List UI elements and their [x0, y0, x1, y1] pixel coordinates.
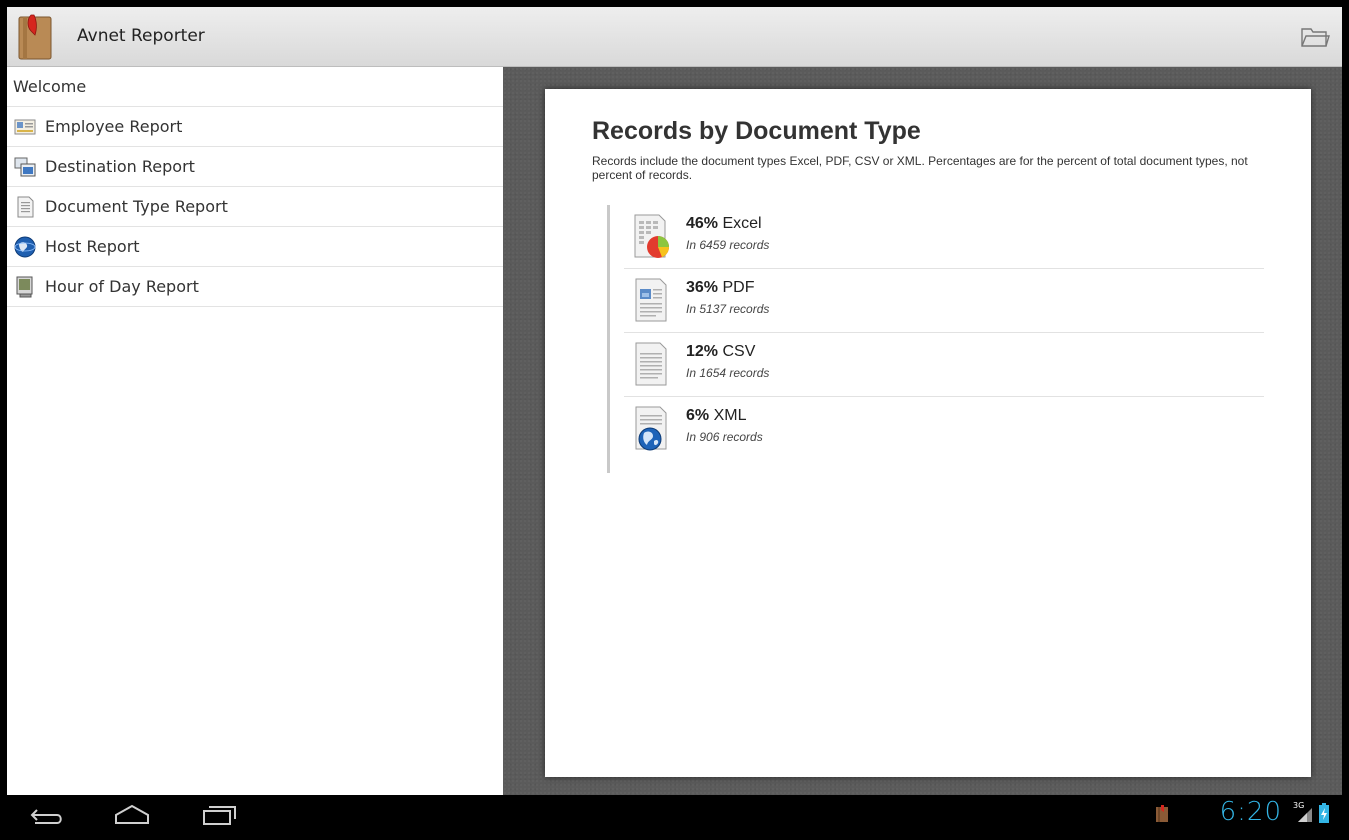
app-logo-icon[interactable]: [17, 13, 55, 61]
percent-value: 12%: [686, 343, 719, 360]
system-navigation-bar: 6:20 3G: [7, 795, 1342, 833]
list-item-excel[interactable]: 46% Excel In 6459 records: [624, 205, 1264, 269]
list-item-xml[interactable]: 6% XML In 906 records: [624, 397, 1264, 461]
pdf-document-icon: [635, 278, 667, 322]
sidebar-item-label: Welcome: [13, 77, 87, 96]
sidebar-item-document-type-report[interactable]: Document Type Report: [7, 187, 503, 227]
action-bar: Avnet Reporter: [7, 7, 1342, 67]
sidebar-item-employee-report[interactable]: Employee Report: [7, 107, 503, 147]
id-card-icon: [14, 119, 36, 134]
record-count: In 5137 records: [686, 302, 770, 316]
document-type-label: 6% XML: [686, 407, 746, 425]
type-name: Excel: [718, 215, 762, 232]
percent-value: 6%: [686, 407, 710, 424]
sidebar-item-hour-of-day-report[interactable]: Hour of Day Report: [7, 267, 503, 307]
globe-icon: [14, 236, 36, 257]
battery-charging-icon: [1319, 803, 1329, 823]
status-clock: 6:20: [1219, 797, 1282, 827]
sidebar: Welcome Employee Report Destination Repo…: [7, 67, 503, 795]
record-count: In 1654 records: [686, 366, 770, 380]
percent-value: 36%: [686, 279, 719, 296]
record-count: In 6459 records: [686, 238, 770, 252]
document-type-label: 36% PDF: [686, 279, 754, 297]
report-description: Records include the document types Excel…: [592, 154, 1248, 182]
percent-value: 46%: [686, 215, 719, 232]
excel-chart-icon: [634, 214, 669, 258]
sidebar-item-label: Hour of Day Report: [45, 277, 199, 296]
list-item-csv[interactable]: 12% CSV In 1654 records: [624, 333, 1264, 397]
document-type-list: 46% Excel In 6459 records 36% PDF In 513…: [607, 205, 1267, 473]
csv-document-icon: [635, 342, 667, 386]
record-count: In 906 records: [686, 430, 763, 444]
sidebar-item-welcome[interactable]: Welcome: [7, 67, 503, 107]
type-name: PDF: [718, 279, 755, 296]
sidebar-item-label: Document Type Report: [45, 197, 228, 216]
type-name: CSV: [718, 343, 756, 360]
content-area: Records by Document Type Records include…: [503, 67, 1342, 795]
back-icon[interactable]: [27, 801, 67, 827]
home-icon[interactable]: [112, 801, 152, 827]
app-title: Avnet Reporter: [77, 26, 205, 46]
recent-apps-icon[interactable]: [199, 801, 239, 827]
monitor-icon: [16, 276, 33, 297]
list-item-pdf[interactable]: 36% PDF In 5137 records: [624, 269, 1264, 333]
document-type-label: 12% CSV: [686, 343, 755, 361]
folder-icon[interactable]: [1300, 24, 1330, 50]
app-notification-icon[interactable]: [1155, 805, 1169, 823]
report-card: Records by Document Type Records include…: [545, 89, 1311, 777]
app-window: Avnet Reporter Welcome Employee Report D…: [7, 7, 1342, 833]
sidebar-item-label: Host Report: [45, 237, 140, 256]
sidebar-item-destination-report[interactable]: Destination Report: [7, 147, 503, 187]
report-title: Records by Document Type: [592, 117, 921, 145]
windows-icon: [14, 157, 36, 176]
sidebar-item-label: Employee Report: [45, 117, 183, 136]
sidebar-item-label: Destination Report: [45, 157, 195, 176]
sidebar-item-host-report[interactable]: Host Report: [7, 227, 503, 267]
signal-icon: [1298, 808, 1312, 822]
document-type-label: 46% Excel: [686, 215, 762, 233]
document-icon: [17, 196, 34, 217]
xml-globe-icon: [635, 406, 667, 451]
type-name: XML: [709, 407, 747, 424]
